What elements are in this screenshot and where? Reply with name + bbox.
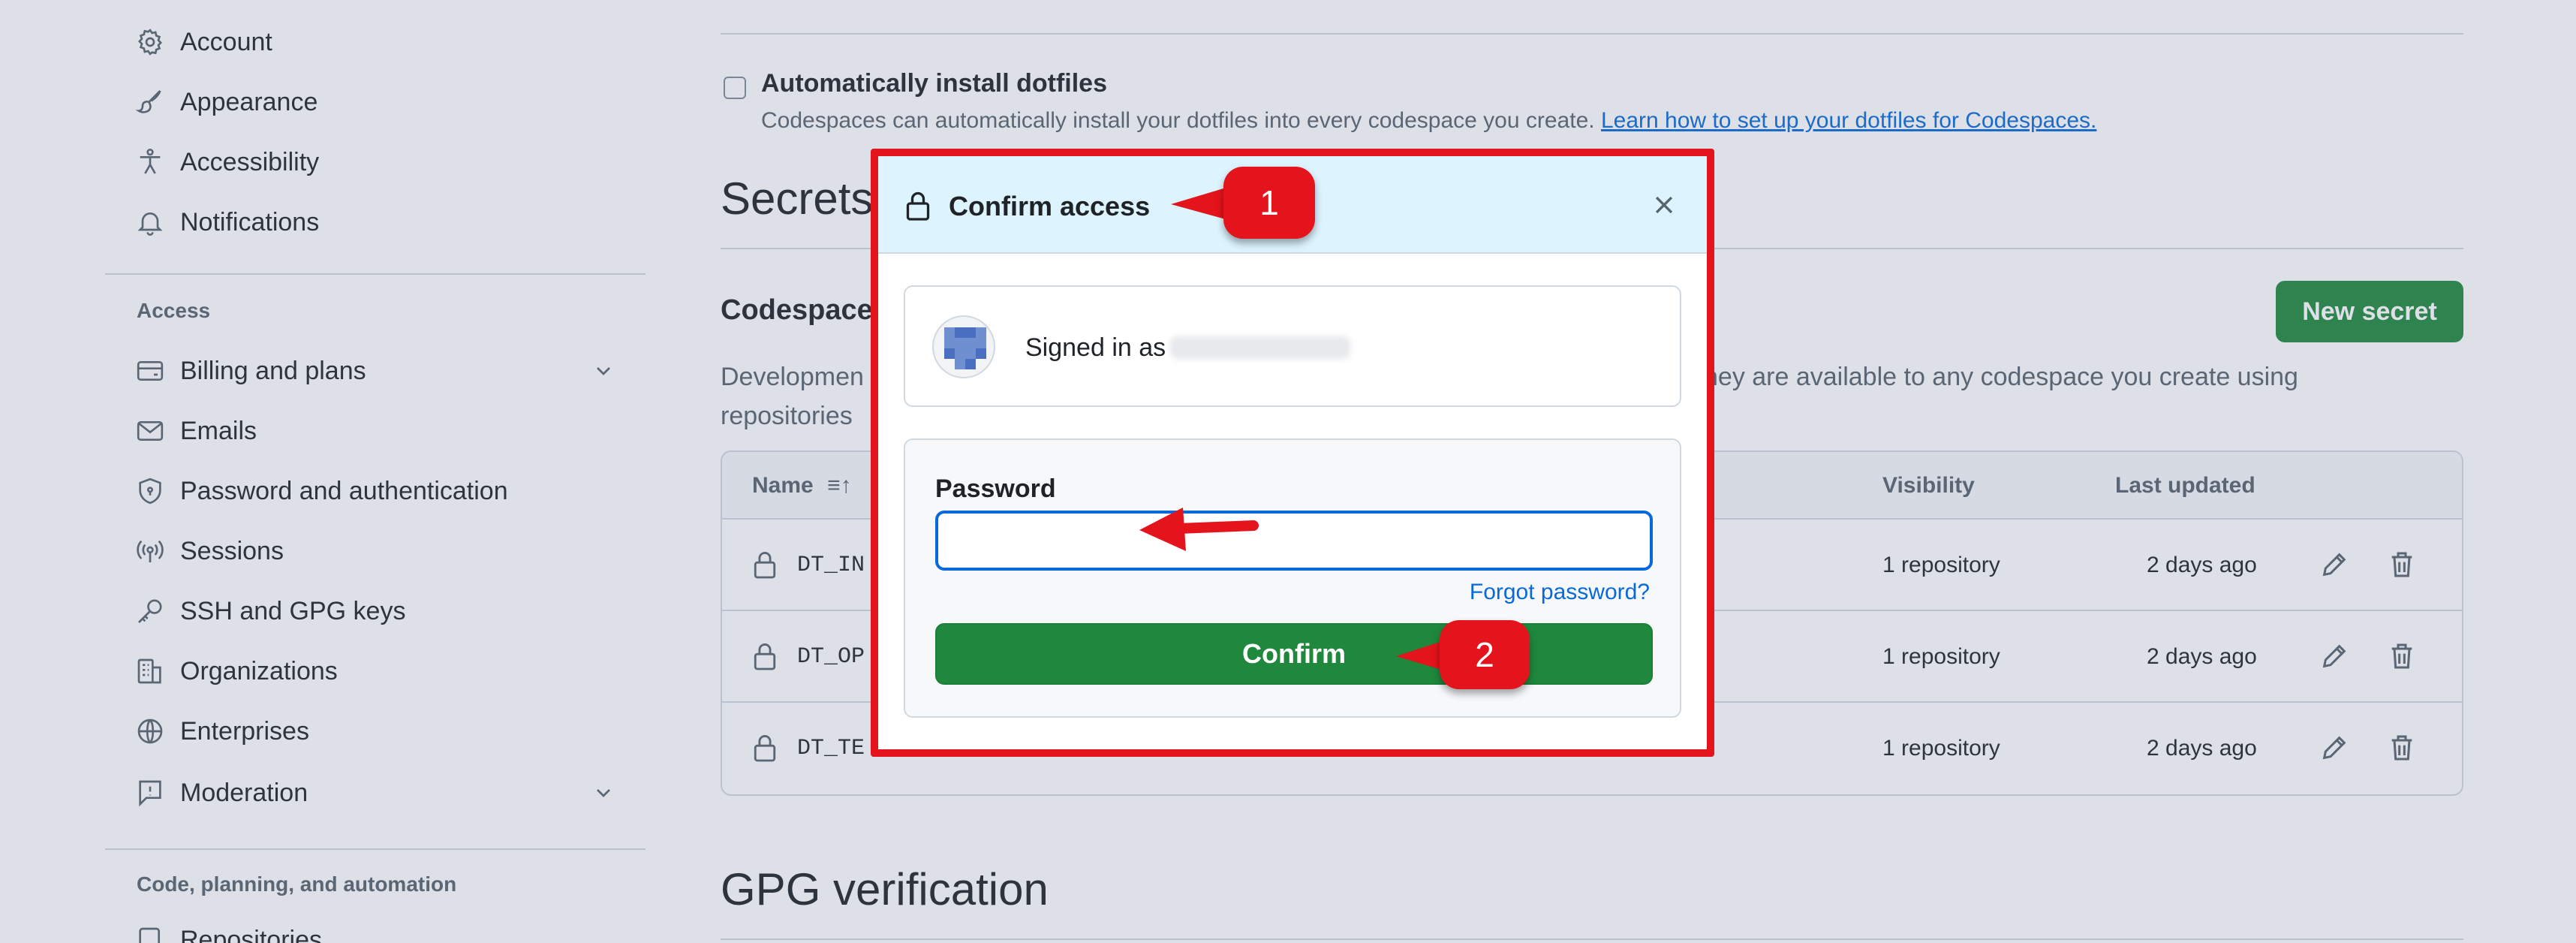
password-label: Password	[935, 475, 1056, 503]
signed-in-text: Signed in as	[1025, 333, 1351, 363]
annotation-badge-1: 1	[1223, 167, 1315, 239]
annotation-pointer-1	[1171, 186, 1231, 221]
identicon-icon	[944, 327, 986, 369]
redacted-username	[1170, 336, 1351, 359]
lock-icon	[906, 191, 930, 221]
close-icon[interactable]	[1651, 192, 1677, 218]
confirm-access-dialog: Confirm access Signed in as Password For…	[871, 149, 1714, 757]
signed-in-label: Signed in as	[1025, 333, 1166, 362]
password-form: Password Forgot password? Confirm	[904, 438, 1681, 718]
signed-in-box: Signed in as	[904, 285, 1681, 407]
password-input[interactable]	[935, 511, 1653, 571]
annotation-badge-2: 2	[1440, 620, 1530, 689]
confirm-button[interactable]: Confirm	[935, 623, 1653, 685]
annotation-arrow-password	[1139, 508, 1259, 551]
dialog-title: Confirm access	[949, 191, 1151, 221]
avatar	[932, 315, 995, 378]
settings-page: Account Appearance Accessibility Notific…	[0, 0, 2576, 943]
forgot-password-link[interactable]: Forgot password?	[1470, 580, 1650, 605]
